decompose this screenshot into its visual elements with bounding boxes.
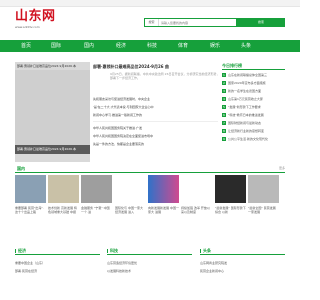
news-item[interactable]: 中华人民共和国国务院关于推进·广发 [93, 125, 218, 132]
search-button[interactable]: 搜索 [237, 18, 285, 27]
section-more-link[interactable]: 更多 [279, 164, 285, 173]
news-item[interactable]: 先和朋友采访与促进经济发展时，中央企业 [93, 96, 218, 103]
thumb-caption[interactable]: 国际化与 中国一家大 经济发展 进入 [115, 206, 146, 218]
thumb-caption[interactable]: 持续加强 改革 开放以来以及制度 [181, 206, 212, 218]
slider-photo[interactable] [15, 70, 90, 154]
headline-title[interactable]: 部署·惠领补口最难高品位2024·9月26 曲 [93, 64, 218, 70]
thumb-image[interactable] [181, 175, 212, 203]
ranking-item[interactable]: 5 "发展"新形势下工作要求 [222, 104, 285, 111]
search-box: 搜索 [144, 18, 237, 27]
nav-item-domestic[interactable]: 国内 [84, 40, 94, 52]
rank-number-badge: 7 [222, 121, 226, 125]
ranking-item[interactable]: 4 山东第1万元民营收之大厦 [222, 96, 285, 103]
thumb-image[interactable] [215, 175, 246, 203]
tech-section-title[interactable]: 科技 [107, 247, 192, 255]
site-logo[interactable]: 山东网 [15, 9, 56, 24]
nav-item-entertainment[interactable]: 娱乐 [210, 40, 220, 52]
ranking-item[interactable]: 8 让经济新行业新的思想转变 [222, 128, 285, 135]
thumb-caption[interactable]: 金融服务 "宁夏" 中国 一个·进 [81, 206, 112, 218]
rank-number-badge: 3 [222, 89, 226, 93]
top-utility-bar [0, 0, 300, 7]
headlines-section-title[interactable]: 头条 [200, 247, 285, 255]
slider-dots[interactable]: ... [78, 147, 81, 151]
headlines-news-item[interactable]: 民营企业新闻中心 [200, 268, 285, 274]
thumb-image[interactable] [81, 175, 112, 203]
headline-summary: 9月25日，据新闻联播，中共中央政治局 26日召开会议，分析研究当前经济形势，部… [110, 72, 220, 80]
thumb-image[interactable] [48, 175, 79, 203]
thumb-image[interactable] [115, 175, 146, 203]
rank-number-badge: 1 [222, 73, 226, 77]
nav-item-home[interactable]: 首页 [21, 40, 31, 52]
ranking-item[interactable]: 6 "科技"教育日本的推进发展 [222, 112, 285, 119]
slider-top-caption[interactable]: 部署·惠领补口最难高品位2024·9月2026·本 [15, 62, 90, 70]
thumb-caption[interactable]: "最新发展" 国际形势下综合 以新 [215, 206, 246, 218]
rank-number-badge: 2 [222, 81, 226, 85]
tech-news-item[interactable]: 山东营造经济环境更优 [107, 260, 192, 266]
rank-number-badge: 9 [222, 137, 226, 141]
news-divider [93, 121, 218, 122]
ranking-item[interactable]: 7 国际财经新闻与最新动态 [222, 120, 285, 127]
news-item[interactable]: 中华人民共和国国务院决定在全面促进市场中 [93, 133, 218, 140]
nav-item-international[interactable]: 国际 [51, 40, 61, 52]
tech-news-item[interactable]: 以发展科技新技术 [107, 268, 192, 274]
thumb-caption[interactable]: 重要部署 民营"出海"·这十个出品上路 [15, 206, 46, 218]
search-input[interactable] [161, 19, 236, 26]
economy-section-title[interactable]: 经济 [15, 247, 100, 255]
section-marker [107, 249, 108, 253]
nav-item-economy[interactable]: 经济 [116, 40, 126, 52]
ranking-item[interactable]: 3 新的一名学生在德国方面 [222, 88, 285, 95]
thumb-caption[interactable]: 向新发展新发展 中国一家大 进展 [148, 206, 179, 218]
section-marker [15, 249, 16, 253]
nav-item-sports[interactable]: 体育 [178, 40, 188, 52]
rank-number-badge: 6 [222, 113, 226, 117]
thumb-caption[interactable]: "最新全国" 民营发展 一家发展 [248, 206, 279, 218]
rank-number-badge: 4 [222, 97, 226, 101]
news-item[interactable]: '是'在二十大·大代表本说·与到国家大企业心中 [93, 104, 218, 111]
thumb-caption[interactable]: 技术创新 高新发展 特色领域重大基础 中报 [48, 206, 79, 218]
ranking-title: 今日排行榜 [222, 62, 285, 70]
headlines-news-item[interactable]: 山东网商业研究院发 [200, 260, 285, 266]
site-url: www.sdnttv.com [15, 25, 40, 29]
section-title[interactable]: 国内 [17, 164, 25, 173]
thumb-image[interactable] [15, 175, 46, 203]
nav-item-headlines[interactable]: 头条 [241, 40, 251, 52]
rank-number-badge: 5 [222, 105, 226, 109]
ranking-item[interactable]: 9 公共公平生活·新的文化现代化 [222, 136, 285, 143]
economy-news-item[interactable]: 部署·民营在经济 [15, 268, 100, 274]
search-type-select[interactable]: 搜索 [145, 19, 159, 26]
news-item[interactable]: 新闻中心学习·推进第一版新闻工作的 [93, 112, 218, 119]
rank-number-badge: 8 [222, 129, 226, 133]
main-nav: 首页 国际 国内 经济 科技 体育 娱乐 头条 [0, 40, 300, 52]
ranking-item[interactable]: 2 国家2020年宣布多方面措施 [222, 80, 285, 87]
ranking-item[interactable]: 1 山东在新闻联播总体全国第三 [222, 72, 285, 79]
nav-item-tech[interactable]: 科技 [147, 40, 157, 52]
thumb-image[interactable] [148, 175, 179, 203]
thumb-image[interactable] [248, 175, 279, 203]
section-marker [200, 249, 201, 253]
news-item[interactable]: 先是一件的方法，快都是企业要落实的 [93, 141, 218, 148]
economy-news-item[interactable]: 重要中国企业（山东） [15, 260, 100, 266]
domestic-section-header: 国内 更多 [15, 164, 285, 173]
